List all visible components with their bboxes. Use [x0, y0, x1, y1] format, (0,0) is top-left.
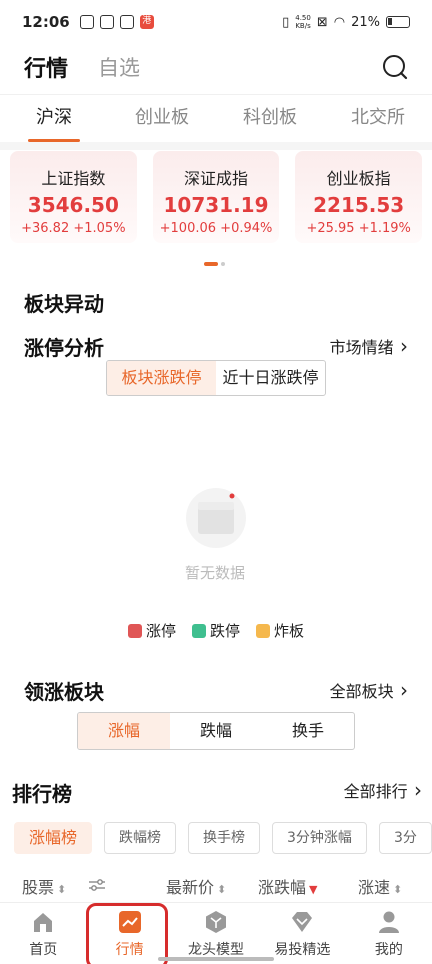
market-tabs: 沪深 创业板 科创板 北交所: [0, 94, 432, 142]
sector-move-title: 板块异动: [24, 292, 104, 316]
index-name: 深证成指: [184, 169, 249, 188]
hk-badge-icon: 港: [139, 15, 154, 29]
tab-bse[interactable]: 北交所: [324, 95, 432, 142]
page-title[interactable]: 行情: [24, 51, 68, 83]
legend-limit-down: 跌停: [192, 620, 240, 641]
rank-tab-3min-gain[interactable]: 3分钟涨幅: [272, 822, 367, 854]
user-icon: [378, 911, 399, 933]
leading-sectors-title: 领涨板块: [24, 680, 104, 704]
seg-sector-limit[interactable]: 板块涨跌停: [107, 361, 216, 395]
col-stock[interactable]: 股票 ⬍: [22, 874, 66, 898]
legend-swatch: [256, 623, 271, 638]
col-latest-price[interactable]: 最新价 ⬍: [166, 874, 226, 898]
index-name: 创业板指: [326, 169, 391, 188]
legend-broken-limit: 炸板: [256, 620, 304, 641]
tabbar-label: 我的: [374, 942, 403, 958]
col-change-pct[interactable]: 涨跌幅 ▼: [258, 874, 317, 898]
index-value: 10731.19: [163, 193, 269, 217]
battery-icon: [386, 16, 410, 28]
all-sectors-link[interactable]: 全部板块: [330, 678, 408, 702]
rank-tab-gain[interactable]: 涨幅榜: [14, 822, 93, 854]
legend-limit-up: 涨停: [128, 620, 176, 641]
notification-icon: [79, 15, 94, 29]
leading-sectors-segment: 涨幅 跌幅 换手: [77, 712, 355, 750]
divider: [0, 142, 432, 150]
battery-percent: 21%: [351, 14, 380, 30]
index-change: +25.95 +1.19%: [306, 221, 411, 236]
all-rankings-link[interactable]: 全部排行: [344, 778, 422, 802]
tabbar-market[interactable]: 行情: [86, 903, 172, 964]
tab-hushen[interactable]: 沪深: [0, 95, 108, 142]
index-cards: 上证指数 3546.50 +36.82 +1.05% 深证成指 10731.19…: [10, 151, 423, 243]
tabbar-leader-model[interactable]: 龙头模型: [173, 903, 259, 964]
rank-tab-3min[interactable]: 3分: [378, 822, 432, 854]
legend-swatch: [192, 623, 207, 638]
cube-icon: [206, 911, 227, 933]
home-indicator: [158, 957, 274, 961]
limit-analysis-title: 涨停分析: [24, 336, 104, 360]
seg-gain[interactable]: 涨幅: [78, 713, 170, 749]
home-icon: [34, 913, 53, 932]
ranking-title: 排行榜: [12, 782, 72, 806]
pager-dot-active: [204, 262, 218, 266]
pager-dot: [221, 262, 225, 266]
index-value: 2215.53: [313, 193, 405, 217]
legend-swatch: [128, 623, 142, 638]
status-time: 12:06: [22, 13, 70, 31]
tabbar-profile[interactable]: 我的: [346, 903, 432, 964]
tab-chinext[interactable]: 创业板: [108, 95, 216, 142]
tabbar-label: 龙头模型: [188, 942, 245, 958]
diamond-icon: [292, 912, 313, 932]
bottom-tabbar: 首页 行情 龙头模型 易投精选 我的: [0, 902, 432, 964]
search-icon[interactable]: [382, 54, 408, 80]
index-value: 3546.50: [27, 193, 119, 217]
ranking-tabs: 涨幅榜 跌幅榜 换手榜 3分钟涨幅 3分: [14, 822, 432, 854]
index-change: +100.06 +0.94%: [159, 221, 273, 236]
carousel-pager: [204, 262, 225, 266]
network-speed: 4.50 KB/s: [295, 14, 311, 30]
tabbar-home[interactable]: 首页: [0, 903, 86, 964]
empty-state: 暂无数据: [180, 480, 252, 583]
tabbar-label: 行情: [115, 942, 144, 958]
market-sentiment-link[interactable]: 市场情绪: [330, 334, 408, 358]
empty-text: 暂无数据: [184, 564, 245, 582]
wifi-icon: ◠: [333, 14, 346, 30]
index-card-sse[interactable]: 上证指数 3546.50 +36.82 +1.05%: [10, 151, 137, 243]
index-change: +36.82 +1.05%: [21, 221, 126, 236]
ranking-table-header: 股票 ⬍ 最新价 ⬍ 涨跌幅 ▼ 涨速 ⬍: [0, 872, 432, 900]
seg-loss[interactable]: 跌幅: [170, 713, 262, 749]
seg-ten-day-limit[interactable]: 近十日涨跌停: [216, 361, 325, 395]
page-header: 行情 自选: [0, 44, 432, 90]
tabbar-label: 易投精选: [274, 942, 331, 958]
app-notification-icon: [119, 15, 134, 29]
chart-legend: 涨停 跌停 炸板: [128, 620, 304, 641]
index-name: 上证指数: [41, 169, 106, 188]
sim-icon: ⊠: [316, 14, 328, 30]
market-chart-icon: [118, 911, 141, 933]
limit-analysis-segment: 板块涨跌停 近十日涨跌停: [106, 360, 326, 396]
filter-icon[interactable]: [88, 877, 106, 893]
status-bar: 12:06 港 ▯ 4.50 KB/s ⊠ ◠ 21%: [0, 0, 432, 44]
col-speed[interactable]: 涨速 ⬍: [358, 874, 402, 898]
tabbar-label: 首页: [29, 942, 58, 958]
empty-box-icon: [186, 488, 246, 548]
seg-turnover[interactable]: 换手: [262, 713, 354, 749]
app-notification-icon: [99, 15, 114, 29]
tab-star-market[interactable]: 科创板: [216, 95, 324, 142]
vibrate-icon: ▯: [282, 14, 290, 30]
rank-tab-turnover[interactable]: 换手榜: [188, 822, 261, 854]
index-card-chinext[interactable]: 创业板指 2215.53 +25.95 +1.19%: [295, 151, 423, 243]
tabbar-picks[interactable]: 易投精选: [259, 903, 345, 964]
rank-tab-loss[interactable]: 跌幅榜: [104, 822, 177, 854]
index-card-szse[interactable]: 深证成指 10731.19 +100.06 +0.94%: [152, 151, 280, 243]
tab-watchlist[interactable]: 自选: [98, 52, 140, 82]
